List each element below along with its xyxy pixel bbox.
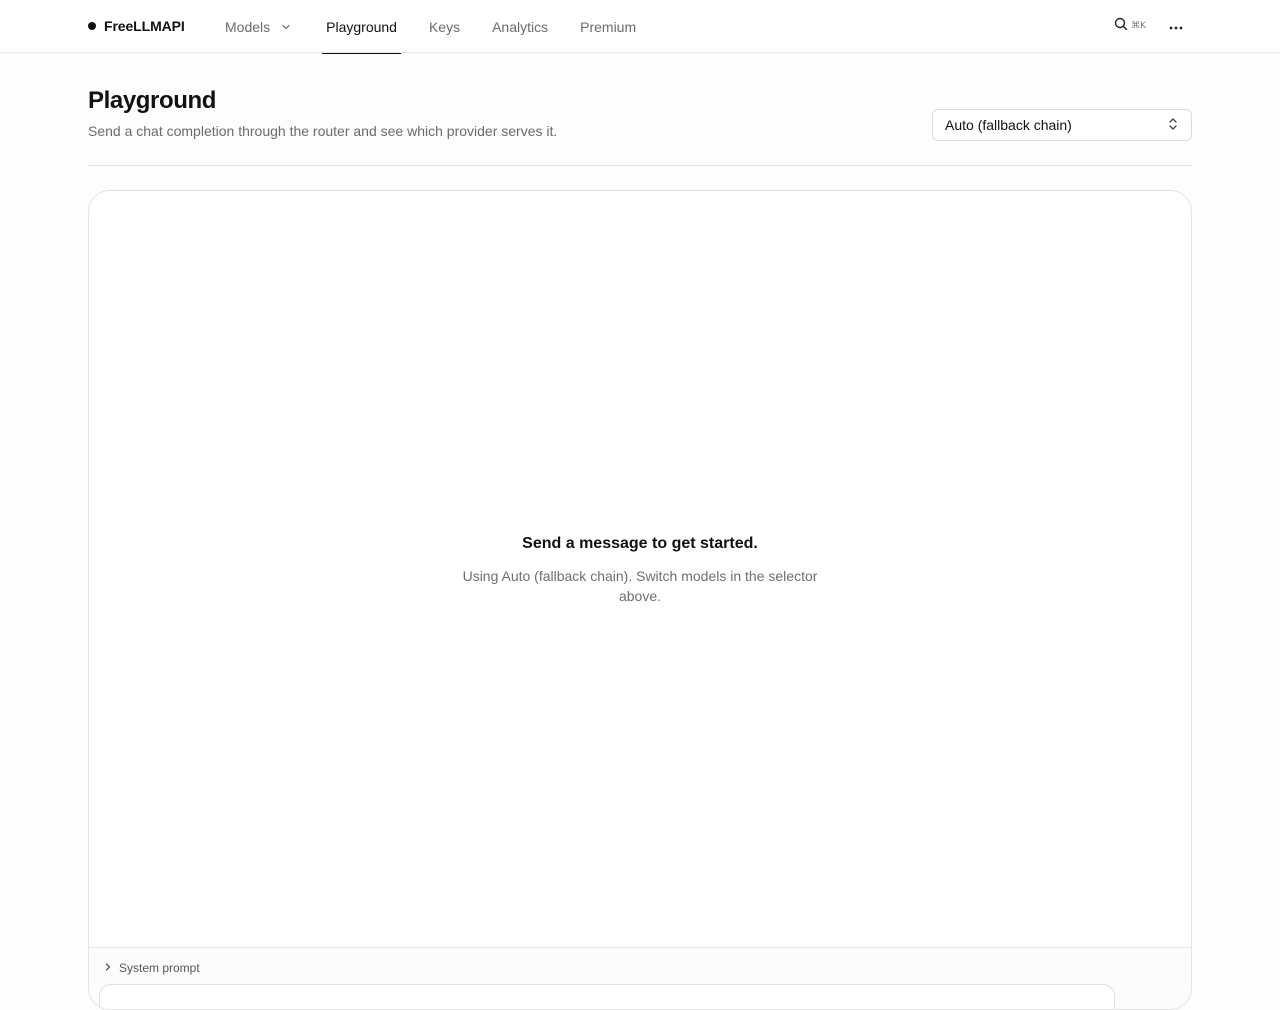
chevron-right-icon [103,961,113,975]
nav-item-analytics-label: Analytics [492,18,549,35]
page-title: Playground [88,87,217,114]
search-shortcut-hint: ⌘K [1131,21,1146,31]
nav-item-premium-label: Premium [580,18,637,35]
nav-item-analytics[interactable]: Analytics [492,0,548,53]
page-subtitle: Send a chat completion through the route… [88,123,558,139]
search-button[interactable]: ⌘K [1114,17,1146,36]
empty-state-title: Send a message to get started. [522,535,758,552]
empty-state: Send a message to get started. Using Aut… [89,535,1191,606]
system-prompt-toggle[interactable]: System prompt [103,961,200,975]
nav-item-models-label: Models [225,18,271,35]
search-icon [1114,17,1128,36]
nav-tools: ⌘K [1114,16,1184,36]
chevron-up-down-icon [1167,117,1179,134]
brand-name: FreeLLMAPI [104,18,185,34]
composer: System prompt [89,947,1191,1009]
chat-panel: Send a message to get started. Using Aut… [88,190,1192,1010]
model-select-value: Auto (fallback chain) [945,117,1072,133]
brand-dot-icon [88,22,96,30]
system-prompt-label: System prompt [119,961,200,975]
nav-item-playground[interactable]: Playground [322,0,401,54]
more-button[interactable] [1168,16,1184,36]
empty-state-description: Using Auto (fallback chain). Switch mode… [462,568,818,604]
brand[interactable]: FreeLLMAPI [88,17,185,35]
page-header: Playground Send a chat completion throug… [88,86,1192,166]
nav-item-playground-label: Playground [326,18,397,35]
nav-items: Models Playground Keys Analytics Premium [225,0,636,54]
top-navigation: FreeLLMAPI Models Playground Keys Analyt… [0,0,1280,54]
nav-item-keys-label: Keys [428,18,461,35]
nav-item-models[interactable]: Models [225,0,292,53]
model-select[interactable]: Auto (fallback chain) [932,109,1192,141]
more-horizontal-icon [1169,17,1183,35]
nav-item-premium[interactable]: Premium [580,0,636,53]
chevron-down-icon [280,21,292,33]
message-input[interactable] [99,984,1115,1009]
nav-item-keys[interactable]: Keys [429,0,460,53]
